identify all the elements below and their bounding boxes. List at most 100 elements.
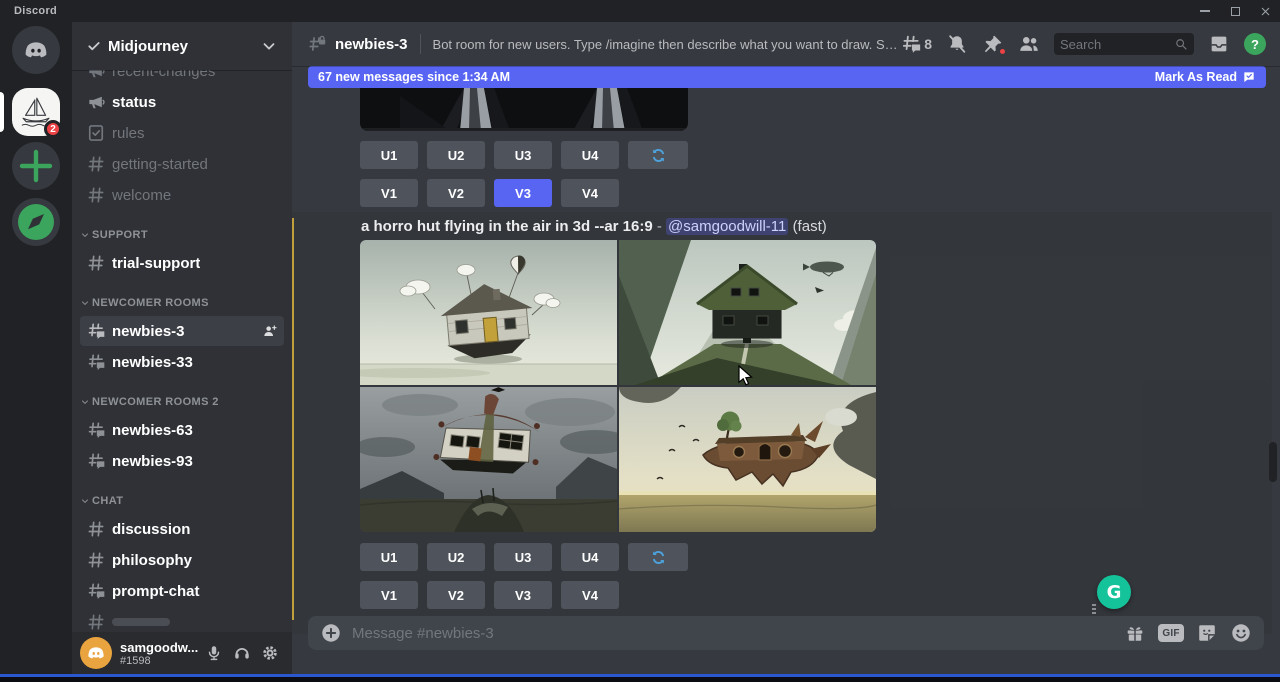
user-avatar[interactable] bbox=[80, 637, 112, 669]
v4-button[interactable]: V4 bbox=[561, 581, 619, 609]
channel-name: newbies-3 bbox=[335, 36, 408, 53]
generated-image-4[interactable] bbox=[619, 387, 876, 532]
chat-scrollbar-thumb[interactable] bbox=[1269, 442, 1277, 482]
channel-item-discussion[interactable]: discussion bbox=[80, 514, 284, 544]
channel-label: philosophy bbox=[112, 552, 192, 569]
plus-icon bbox=[12, 142, 60, 190]
v2-button[interactable]: V2 bbox=[427, 581, 485, 609]
u1-button[interactable]: U1 bbox=[360, 141, 418, 169]
reroll-button[interactable] bbox=[628, 141, 688, 169]
category-newcomer-rooms-2[interactable]: NEWCOMER ROOMS 2 bbox=[80, 391, 284, 413]
generated-image-1[interactable] bbox=[360, 240, 617, 385]
mention-badge: 2 bbox=[44, 120, 62, 138]
search-box[interactable] bbox=[1054, 33, 1194, 55]
pinned-messages-button[interactable] bbox=[982, 33, 1004, 55]
deafen-button[interactable] bbox=[228, 639, 256, 667]
channel-item-welcome[interactable]: welcome bbox=[80, 180, 284, 210]
notification-settings-button[interactable] bbox=[946, 33, 968, 55]
u1-button[interactable]: U1 bbox=[360, 543, 418, 571]
category-label: SUPPORT bbox=[92, 229, 148, 241]
channel-item-newbies-93[interactable]: newbies-93 bbox=[80, 446, 284, 476]
help-button[interactable]: ? bbox=[1244, 33, 1266, 55]
u3-button[interactable]: U3 bbox=[494, 141, 552, 169]
category-newcomer-rooms[interactable]: NEWCOMER ROOMS bbox=[80, 292, 284, 314]
user-meta[interactable]: samgoodw... #1598 bbox=[120, 640, 200, 667]
window-minimize-button[interactable] bbox=[1190, 0, 1220, 22]
chevron-down-icon bbox=[80, 230, 90, 240]
new-messages-banner[interactable]: 67 new messages since 1:34 AM Mark As Re… bbox=[308, 66, 1266, 88]
user-settings-button[interactable] bbox=[256, 639, 284, 667]
add-server-button[interactable] bbox=[12, 142, 60, 190]
chevron-down-icon bbox=[80, 298, 90, 308]
v1-button[interactable]: V1 bbox=[360, 581, 418, 609]
channel-item-trial-support[interactable]: trial-support bbox=[80, 248, 284, 278]
window-maximize-button[interactable] bbox=[1220, 0, 1250, 22]
channel-item-newbies-63[interactable]: newbies-63 bbox=[80, 415, 284, 445]
u3-button[interactable]: U3 bbox=[494, 543, 552, 571]
mark-as-read-button[interactable]: Mark As Read bbox=[1155, 70, 1256, 84]
v2-button[interactable]: V2 bbox=[427, 179, 485, 207]
u4-button[interactable]: U4 bbox=[561, 543, 619, 571]
reroll-button[interactable] bbox=[628, 543, 688, 571]
channel-label: newbies-33 bbox=[112, 354, 193, 371]
header-divider bbox=[420, 34, 421, 54]
window-close-button[interactable] bbox=[1250, 0, 1280, 22]
explore-servers-button[interactable] bbox=[12, 198, 60, 246]
member-list-button[interactable] bbox=[1018, 33, 1040, 55]
message-attachment-partial[interactable] bbox=[360, 88, 688, 131]
emoji-button[interactable] bbox=[1230, 622, 1252, 644]
clipped-channel-label bbox=[112, 618, 170, 626]
inbox-icon bbox=[1208, 33, 1230, 55]
channel-item-recent-changes[interactable]: recent-changes bbox=[80, 70, 284, 86]
channel-item-getting-started[interactable]: getting-started bbox=[80, 149, 284, 179]
mute-mic-button[interactable] bbox=[200, 639, 228, 667]
message-composer[interactable]: GIF bbox=[308, 616, 1264, 650]
user-mention[interactable]: @samgoodwill-11 bbox=[666, 218, 788, 235]
channel-item-newbies-3[interactable]: newbies-3 bbox=[80, 316, 284, 346]
window-title: Discord bbox=[14, 5, 57, 17]
v4-button[interactable]: V4 bbox=[561, 179, 619, 207]
u4-button[interactable]: U4 bbox=[561, 141, 619, 169]
u2-button[interactable]: U2 bbox=[427, 141, 485, 169]
channel-label: newbies-93 bbox=[112, 453, 193, 470]
variation-button-row-m1: V1 V2 V3 V4 bbox=[360, 179, 619, 207]
server-header[interactable]: Midjourney bbox=[72, 22, 292, 70]
generated-image-3[interactable] bbox=[360, 387, 617, 532]
sticker-button[interactable] bbox=[1196, 622, 1218, 644]
server-icon-midjourney[interactable]: 2 bbox=[12, 88, 60, 136]
gift-button[interactable] bbox=[1124, 622, 1146, 644]
v3-button-active[interactable]: V3 bbox=[494, 179, 552, 207]
username: samgoodw... bbox=[120, 640, 200, 655]
channel-label: status bbox=[112, 94, 156, 111]
search-input[interactable] bbox=[1060, 37, 1174, 52]
channel-item-prompt-chat[interactable]: prompt-chat bbox=[80, 576, 284, 606]
channel-item-clipped[interactable] bbox=[80, 607, 284, 632]
mouse-cursor bbox=[738, 365, 756, 389]
category-chat[interactable]: CHAT bbox=[80, 490, 284, 512]
gif-button[interactable]: GIF bbox=[1158, 624, 1184, 642]
selected-server-pill bbox=[0, 92, 4, 132]
home-button[interactable] bbox=[12, 26, 60, 74]
grammarly-drag-handle[interactable] bbox=[1092, 604, 1096, 614]
attach-plus-icon[interactable] bbox=[320, 622, 342, 644]
channel-topic[interactable]: Bot room for new users. Type /imagine th… bbox=[433, 37, 898, 52]
v1-button[interactable]: V1 bbox=[360, 179, 418, 207]
inbox-button[interactable] bbox=[1208, 33, 1230, 55]
channel-item-philosophy[interactable]: philosophy bbox=[80, 545, 284, 575]
grammarly-widget[interactable]: G bbox=[1097, 575, 1131, 609]
create-invite-icon[interactable] bbox=[262, 323, 278, 339]
channel-item-rules[interactable]: rules bbox=[80, 118, 284, 148]
threads-button[interactable]: 8 bbox=[900, 33, 932, 55]
u2-button[interactable]: U2 bbox=[427, 543, 485, 571]
hash-icon bbox=[86, 550, 106, 570]
message-input[interactable] bbox=[352, 625, 1114, 642]
hash-lock-icon bbox=[306, 33, 328, 55]
generated-image-2[interactable] bbox=[619, 240, 876, 385]
rules-checkbox-icon bbox=[86, 123, 106, 143]
channel-item-newbies-33[interactable]: newbies-33 bbox=[80, 347, 284, 377]
channel-item-status[interactable]: status bbox=[80, 87, 284, 117]
channel-header: newbies-3 Bot room for new users. Type /… bbox=[292, 22, 1280, 66]
category-support[interactable]: SUPPORT bbox=[80, 224, 284, 246]
microphone-icon bbox=[205, 644, 223, 662]
v3-button[interactable]: V3 bbox=[494, 581, 552, 609]
